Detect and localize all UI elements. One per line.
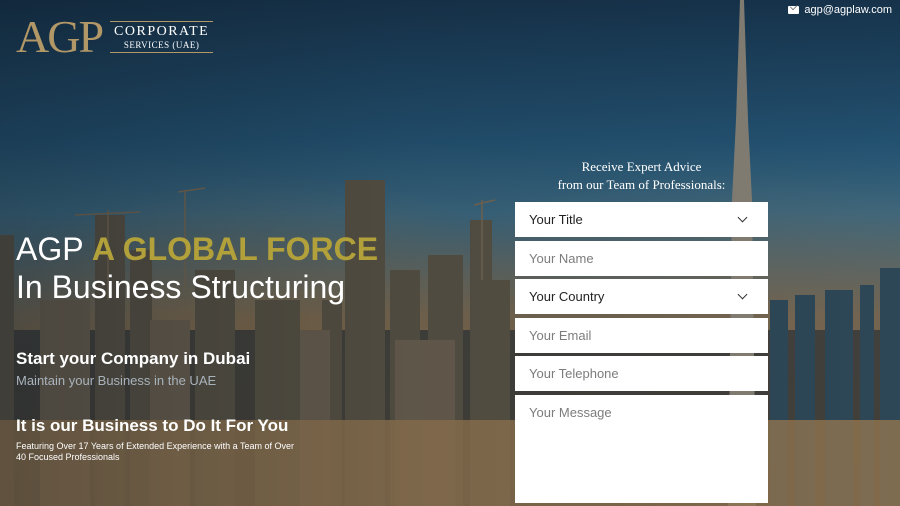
name-input[interactable]: Your Name xyxy=(515,241,768,276)
name-input-placeholder: Your Name xyxy=(529,251,594,266)
logo-line-services: SERVICES (UAE) xyxy=(123,40,200,50)
hero-subheading-business: It is our Business to Do It For You xyxy=(16,416,289,435)
title-select-value: Your Title xyxy=(529,212,583,227)
hero-subheading-start: Start your Company in Dubai xyxy=(16,349,251,368)
email-input-placeholder: Your Email xyxy=(529,328,592,343)
country-select[interactable]: Your Country xyxy=(515,279,768,314)
contact-email-link[interactable]: agp@agplaw.com xyxy=(788,4,892,16)
telephone-input-placeholder: Your Telephone xyxy=(529,366,619,381)
logo-line-corporate: CORPORATE xyxy=(114,24,210,39)
hero-subtext-maintain: Maintain your Business in the UAE xyxy=(16,373,217,388)
hero-title-accent: A GLOBAL FORCE xyxy=(91,231,379,267)
company-logo[interactable]: AGP CORPORATE SERVICES (UAE) xyxy=(16,11,214,62)
hero-title: AGP A GLOBAL FORCE In Business Structuri… xyxy=(16,230,378,306)
hero-subtext-experience: Featuring Over 17 Years of Extended Expe… xyxy=(16,441,294,462)
message-textarea-placeholder: Your Message xyxy=(529,405,612,420)
hero-title-line2: In Business Structuring xyxy=(16,269,346,305)
logo-text: CORPORATE SERVICES (UAE) xyxy=(110,21,214,53)
form-heading-line2: from our Team of Professionals: xyxy=(557,177,726,192)
contact-email-text: agp@agplaw.com xyxy=(804,4,892,16)
message-textarea[interactable]: Your Message xyxy=(515,395,768,503)
country-select-value: Your Country xyxy=(529,289,605,304)
title-select[interactable]: Your Title xyxy=(515,202,768,237)
email-input[interactable]: Your Email xyxy=(515,318,768,353)
logo-mark: AGP xyxy=(16,11,104,62)
form-heading: Receive Expert Advice from our Team of P… xyxy=(515,158,768,194)
envelope-icon xyxy=(788,6,800,14)
chevron-down-icon xyxy=(737,289,748,300)
telephone-input[interactable]: Your Telephone xyxy=(515,356,768,391)
hero-title-prefix: AGP xyxy=(16,231,83,267)
form-heading-line1: Receive Expert Advice xyxy=(581,159,702,174)
chevron-down-icon xyxy=(737,212,748,223)
